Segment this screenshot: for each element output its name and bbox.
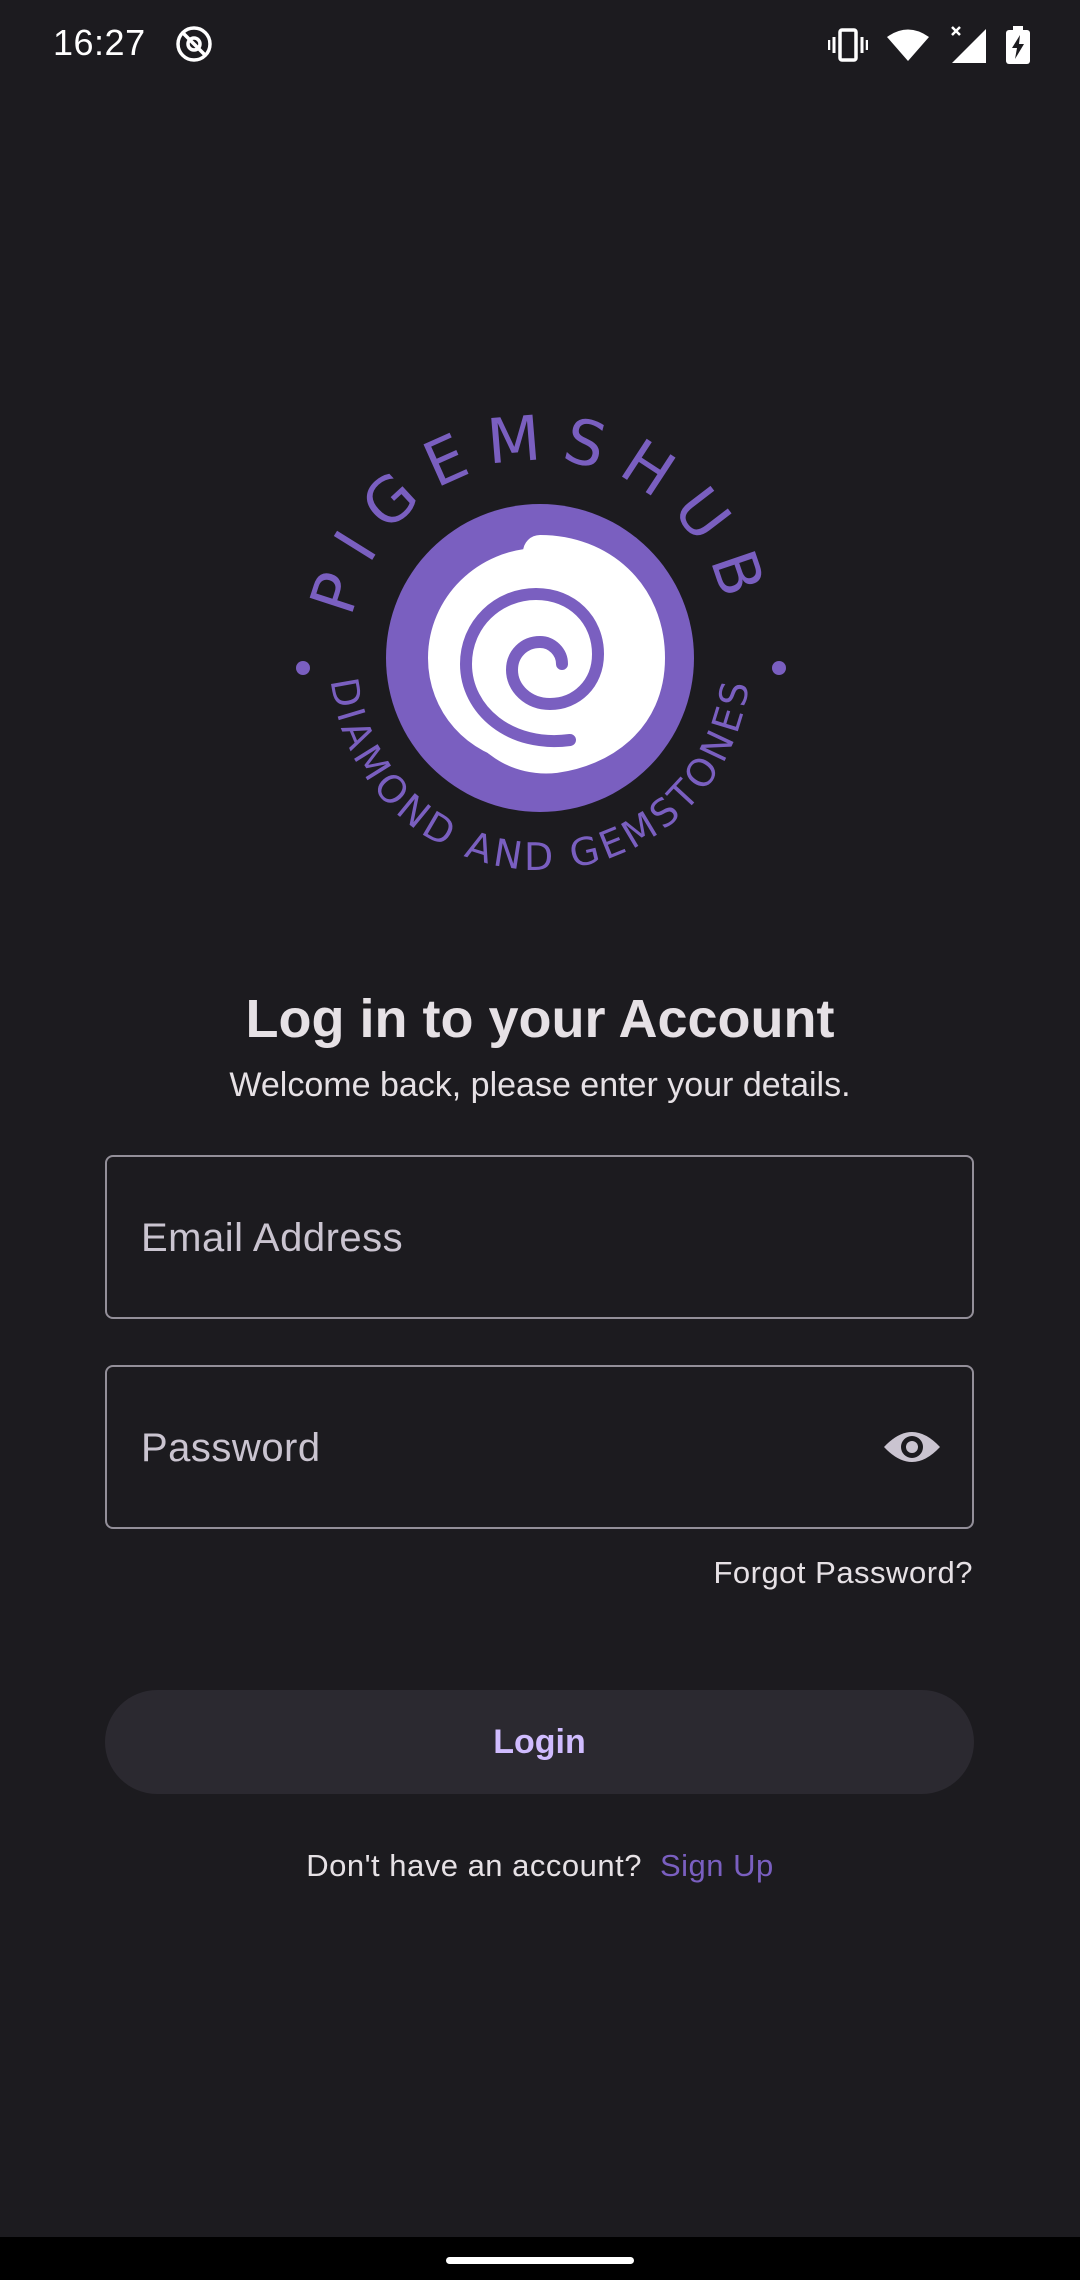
signup-prompt: Don't have an account? — [306, 1848, 642, 1883]
status-icons — [828, 20, 1030, 70]
password-field[interactable] — [105, 1365, 974, 1529]
cell-signal-icon — [951, 26, 986, 63]
battery-charging-icon — [1006, 26, 1030, 64]
email-field[interactable] — [105, 1155, 974, 1319]
at-sign-icon — [176, 26, 212, 62]
sign-up-link[interactable]: Sign Up — [660, 1848, 774, 1883]
wifi-icon — [887, 29, 929, 61]
login-screen: 16:27 PIGEMSHUB DIAMOND AND GEMSTONES Lo… — [0, 0, 1080, 2280]
pigemshub-logo: PIGEMSHUB DIAMOND AND GEMSTONES — [296, 400, 786, 879]
navigation-bar — [0, 2237, 1080, 2280]
status-time: 16:27 — [53, 22, 146, 63]
password-input[interactable] — [139, 1367, 783, 1529]
vibrate-icon — [828, 28, 868, 62]
forgot-password-link[interactable]: Forgot Password? — [713, 1555, 973, 1591]
login-button[interactable]: Login — [105, 1690, 974, 1794]
page-title: Log in to your Account — [245, 989, 835, 1049]
page-subtitle: Welcome back, please enter your details. — [229, 1066, 851, 1104]
signup-row: Don't have an account? Sign Up — [0, 1848, 1080, 1884]
status-bar: 16:27 — [0, 0, 1080, 90]
email-input[interactable] — [139, 1157, 903, 1319]
home-gesture-handle[interactable] — [446, 2257, 634, 2264]
eye-icon[interactable] — [882, 1425, 942, 1469]
